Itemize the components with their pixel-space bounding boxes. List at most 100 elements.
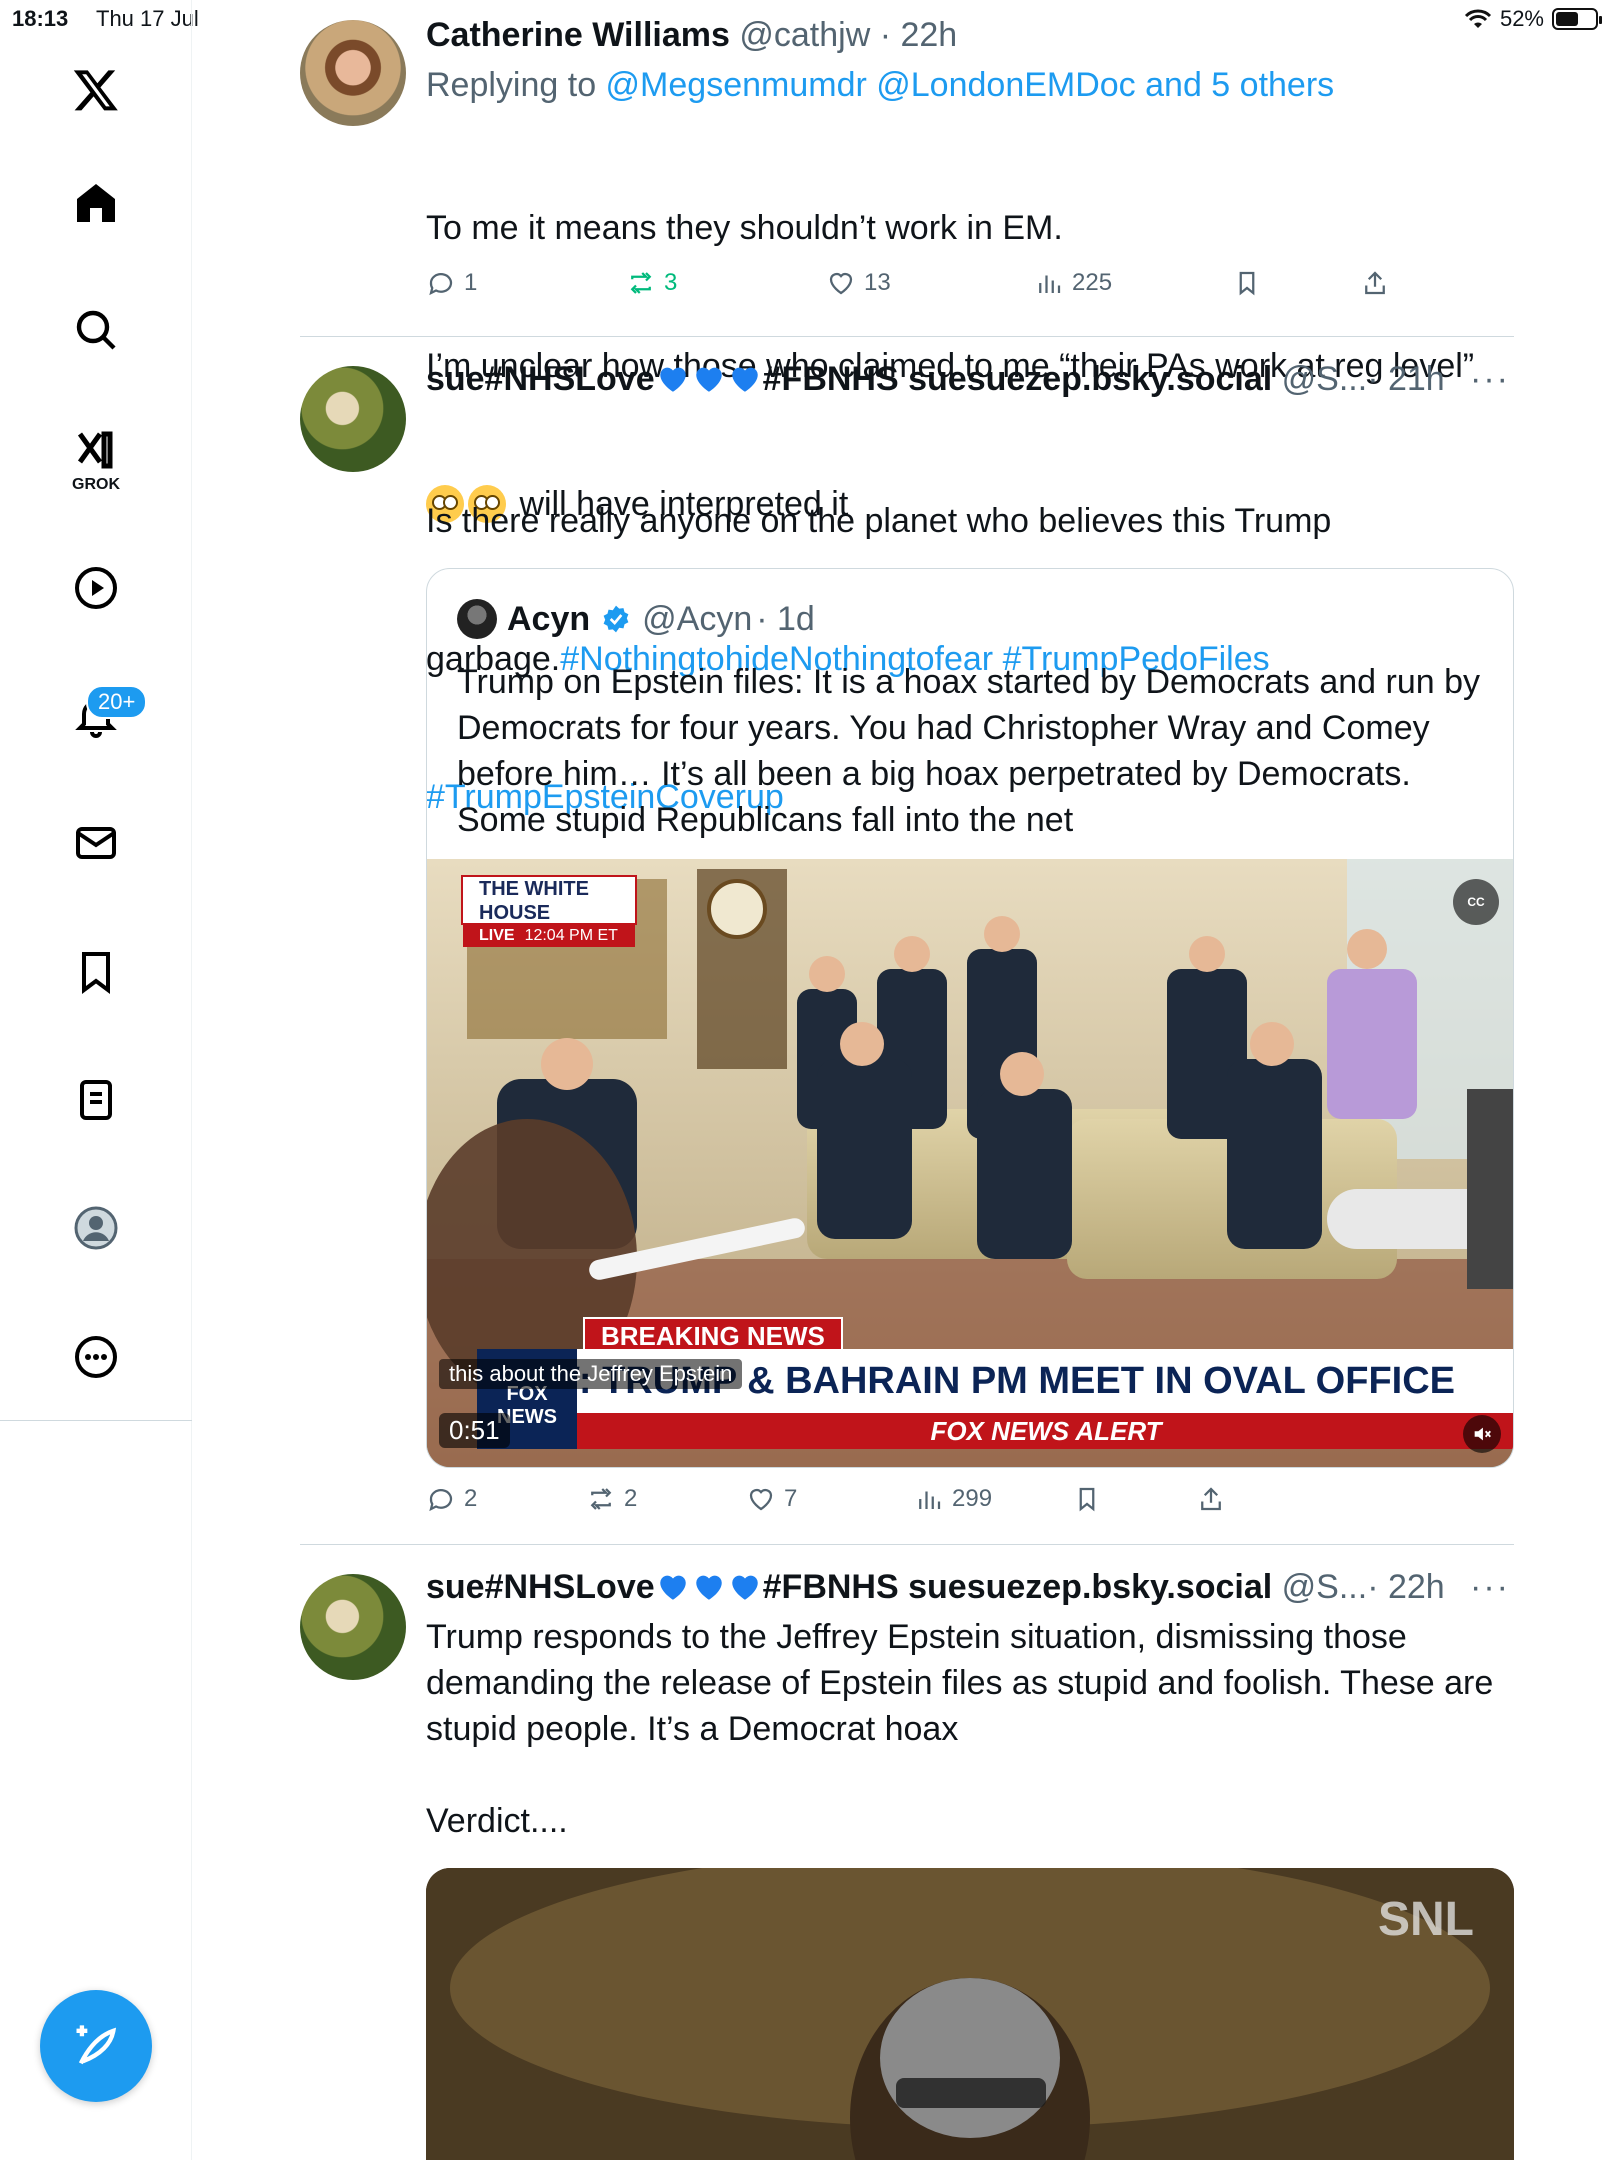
author-name-suffix[interactable]: #FBNHS suesuezep.bsky.social	[763, 360, 1273, 398]
avatar[interactable]	[300, 1574, 406, 1680]
like-button[interactable]: 13	[826, 268, 891, 298]
tweet-time: · 22h	[879, 16, 958, 54]
speaker-muted-icon	[1474, 1427, 1491, 1441]
share-button[interactable]	[1196, 1484, 1226, 1514]
verified-badge-icon	[603, 605, 629, 633]
repost-icon	[630, 272, 652, 294]
compose-post-button[interactable]	[40, 1990, 152, 2102]
views-count: 225	[1072, 269, 1113, 296]
like-count: 13	[864, 269, 891, 296]
media-frame	[426, 1868, 1514, 2160]
bookmark-button[interactable]	[1072, 1484, 1102, 1514]
tweet-media[interactable]: SNL	[426, 1868, 1514, 2160]
heart-icon	[829, 272, 853, 295]
live-label: LIVE	[479, 927, 515, 944]
views-chart-icon	[919, 1491, 941, 1509]
quote-header: Acyn @Acyn · 1d	[457, 599, 815, 639]
quote-avatar[interactable]	[457, 599, 497, 639]
notification-badge: 20+	[86, 685, 148, 719]
views-count: 299	[952, 1485, 993, 1512]
more-options-button[interactable]: ···	[1470, 360, 1510, 399]
author-name[interactable]: sue#NHSLove	[426, 1568, 655, 1606]
messages-icon[interactable]	[66, 813, 126, 873]
live-time: 12:04 PM ET	[524, 927, 618, 944]
avatar[interactable]	[300, 366, 406, 472]
reply-icon	[429, 1489, 453, 1512]
tweet-time: · 21h	[1367, 360, 1445, 398]
tweet-catherine-williams[interactable]: Catherine Williams @cathjw · 22h Replyin…	[300, 16, 1514, 523]
share-icon	[1365, 271, 1385, 295]
blue-heart-icon	[727, 1570, 763, 1604]
more-options-button[interactable]: ···	[1470, 1568, 1510, 1607]
quote-author-handle[interactable]: @Acyn	[642, 600, 752, 639]
author-name[interactable]: sue#NHSLove	[426, 360, 655, 398]
home-icon[interactable]	[66, 173, 126, 233]
like-count: 7	[784, 1485, 798, 1512]
author-name[interactable]: Catherine Williams	[426, 16, 730, 54]
live-banner: THE WHITE HOUSE LIVE 12:04 PM ET	[461, 875, 637, 947]
share-button[interactable]	[1360, 268, 1390, 298]
tweet-actions: 2 2 7 299	[426, 1484, 1426, 1524]
media-watermark: SNL	[1378, 1893, 1474, 1946]
reply-button[interactable]: 2	[426, 1484, 477, 1514]
reply-icon	[429, 273, 453, 296]
bookmarks-icon[interactable]	[66, 942, 126, 1002]
views-button[interactable]: 225	[1034, 268, 1112, 298]
video-icon[interactable]	[66, 558, 126, 618]
blue-heart-icon	[655, 1570, 691, 1604]
reply-button[interactable]: 1	[426, 268, 477, 298]
tweet-actions: 1 3 13 225	[426, 268, 1426, 308]
search-icon[interactable]	[66, 300, 126, 360]
blue-heart-icon	[655, 362, 691, 396]
repost-count: 3	[664, 269, 678, 296]
grok-icon[interactable]	[66, 420, 126, 480]
blue-heart-icon	[691, 362, 727, 396]
reply-count: 1	[464, 269, 478, 296]
blue-heart-icon	[727, 362, 763, 396]
lists-icon[interactable]	[66, 1070, 126, 1130]
avatar[interactable]	[300, 20, 406, 126]
repost-button[interactable]: 2	[586, 1484, 637, 1514]
repost-count: 2	[624, 1485, 638, 1512]
blue-heart-icon	[691, 1570, 727, 1604]
bookmark-icon	[1079, 1487, 1095, 1512]
author-handle[interactable]: @S...	[1282, 1568, 1368, 1606]
views-chart-icon	[1039, 275, 1061, 293]
share-icon	[1201, 1487, 1221, 1511]
more-options-icon[interactable]	[66, 1327, 126, 1387]
tweet-text: Trump responds to the Jeffrey Epstein si…	[426, 1618, 1494, 1840]
author-handle[interactable]: @S...	[1282, 360, 1368, 398]
grok-label: GROK	[72, 476, 120, 493]
profile-icon[interactable]	[66, 1198, 126, 1258]
quote-text: Trump on Epstein files: It is a hoax sta…	[457, 663, 1480, 839]
bookmark-button[interactable]	[1232, 268, 1262, 298]
mute-button[interactable]	[1463, 1415, 1501, 1453]
tweet-sue-nhslove[interactable]: sue#NHSLove #FBNHS suesuezep.bsky.social …	[300, 1568, 1514, 1868]
x-logo-icon[interactable]	[66, 60, 126, 120]
closed-captions-button[interactable]: CC	[1453, 879, 1499, 925]
repost-button[interactable]: 3	[626, 268, 677, 298]
tweet-header: sue#NHSLove #FBNHS suesuezep.bsky.social …	[426, 360, 1514, 404]
tweet-time: · 22h	[1367, 1568, 1445, 1606]
like-button[interactable]: 7	[746, 1484, 797, 1514]
tweet-text-line: Is there really anyone on the planet who…	[426, 502, 1332, 540]
sidebar-divider	[0, 1420, 192, 1421]
views-button[interactable]: 299	[914, 1484, 992, 1514]
video-player[interactable]: THE WHITE HOUSE LIVE 12:04 PM ET CC BREA…	[427, 859, 1513, 1467]
quoted-tweet-card[interactable]: Acyn @Acyn · 1d Trump on Epstein files: …	[426, 568, 1514, 1468]
compose-feather-icon	[76, 2025, 117, 2065]
replying-to-users-link[interactable]: @Megsenmumdr @LondonEMDoc and 5 others	[606, 66, 1335, 104]
author-handle[interactable]: @cathjw	[739, 16, 870, 54]
heart-icon	[749, 1488, 773, 1511]
quote-author-name[interactable]: Acyn	[507, 600, 590, 639]
tweet-divider	[300, 336, 1514, 337]
tweet-header: sue#NHSLove #FBNHS suesuezep.bsky.social …	[426, 1568, 1514, 1612]
quote-time: · 1d	[756, 599, 815, 638]
replying-to: Replying to @Megsenmumdr @LondonEMDoc an…	[426, 66, 1514, 105]
replying-to-label: Replying to	[426, 66, 606, 104]
live-banner-title: THE WHITE HOUSE	[479, 878, 589, 924]
tweet-divider	[300, 1544, 1514, 1545]
author-name-suffix[interactable]: #FBNHS suesuezep.bsky.social	[763, 1568, 1273, 1606]
repost-icon	[590, 1488, 612, 1510]
bookmark-icon	[1239, 271, 1255, 296]
